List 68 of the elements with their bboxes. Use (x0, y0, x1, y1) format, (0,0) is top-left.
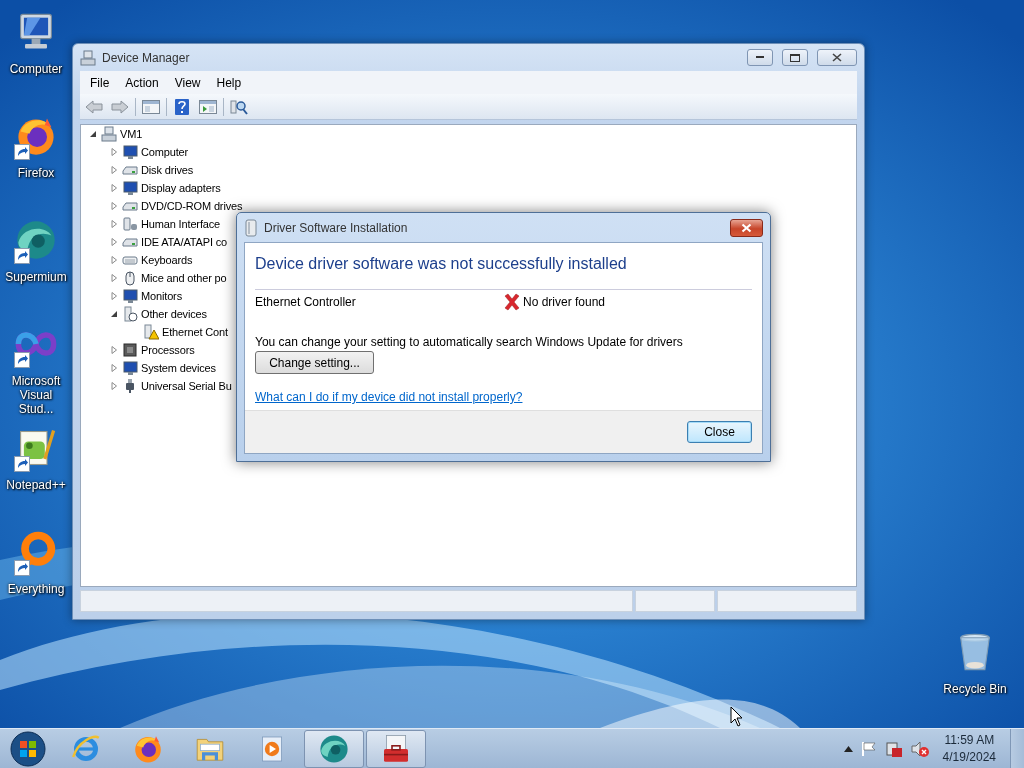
menu-item[interactable]: Action (117, 75, 167, 90)
tree-item[interactable]: Processors (141, 343, 195, 357)
tree-item[interactable]: Computer (141, 145, 189, 159)
device-name: Ethernet Controller (255, 295, 357, 309)
menu-item[interactable]: Help (208, 75, 250, 90)
close-button[interactable] (817, 49, 857, 66)
show-hidden-icons-button[interactable] (843, 745, 853, 752)
help-link[interactable]: What can I do if my device did not install properly? (255, 390, 523, 404)
install-status: No driver found (523, 295, 606, 309)
desktop-icon-label[interactable]: Computer (9, 62, 63, 76)
dialog-heading: Device driver software was not successfully installed (255, 255, 628, 273)
minimize-button[interactable] (747, 49, 773, 66)
clock-date[interactable]: 4/19/2024 (942, 748, 996, 766)
warning-device-icon (143, 324, 159, 340)
desktop-icon-label[interactable]: Notepad++ (6, 478, 66, 492)
error-cross-icon (503, 293, 521, 311)
tree-item[interactable]: VM1 (120, 127, 143, 141)
tree-item[interactable]: Ethernet Cont (162, 325, 228, 339)
minimize-icon (756, 56, 764, 59)
monitor-icon (122, 288, 138, 304)
tree-item[interactable]: Other devices (141, 307, 207, 321)
tree-item[interactable]: Disk drives (141, 163, 194, 177)
show-desktop-button[interactable] (1010, 728, 1024, 768)
tree-item[interactable]: IDE ATA/ATAPI co (141, 235, 228, 249)
monitor-icon (122, 180, 138, 196)
desktop-icon-label[interactable]: Supermium (5, 270, 67, 284)
device-icon (122, 216, 138, 232)
dialog-title: Driver Software Installation (264, 220, 409, 235)
close-button[interactable]: Close (687, 421, 752, 443)
cursor-icon (730, 706, 744, 728)
monitor-icon (122, 144, 138, 160)
taskbar-button[interactable] (366, 729, 426, 768)
tree-item[interactable]: DVD/CD-ROM drives (141, 199, 243, 213)
maximize-icon (790, 53, 800, 62)
desktop-icon-label[interactable]: Recycle Bin (943, 682, 1007, 696)
clock-time[interactable]: 11:59 AM (944, 731, 995, 749)
tree-item[interactable]: Human Interface (141, 217, 221, 231)
close-icon (741, 222, 752, 233)
speaker-muted-icon[interactable] (910, 739, 929, 758)
close-icon (832, 53, 842, 62)
menu-item[interactable]: File (82, 75, 118, 90)
expander-icon[interactable] (110, 310, 118, 318)
tree-item[interactable]: Mice and other po (141, 271, 227, 285)
expander-icon[interactable] (89, 130, 97, 138)
tree-item[interactable]: Keyboards (141, 253, 193, 267)
tree-item[interactable]: Universal Serial Bu (141, 379, 232, 393)
unknown-device-icon (122, 306, 138, 322)
monitor-icon (122, 360, 138, 376)
tree-item[interactable]: System devices (141, 361, 216, 375)
computer-icon (80, 49, 96, 66)
computer-icon (101, 126, 117, 142)
maximize-button[interactable] (782, 49, 808, 66)
swirl-icon (318, 732, 350, 765)
chip-icon (122, 342, 138, 358)
flag-icon[interactable] (860, 740, 877, 757)
device-icon (244, 218, 258, 237)
dialog-message: You can change your setting to automatically search Windows Update for drivers (255, 335, 684, 349)
tree-item[interactable]: Monitors (141, 289, 182, 303)
desktop-icon-label[interactable]: Microsoft Visual Stud... (1, 374, 71, 416)
close-button[interactable] (730, 218, 763, 237)
start-orb-icon (9, 729, 47, 768)
window-title: Device Manager (102, 50, 191, 65)
tree-item[interactable]: Display adapters (141, 181, 221, 195)
change-setting-button[interactable]: Change setting... (255, 351, 374, 374)
menu-item[interactable]: View (166, 75, 209, 90)
desktop-icon-label[interactable]: Firefox (17, 166, 55, 180)
taskbar-button[interactable] (304, 729, 364, 768)
desktop-icon-label[interactable]: Everything (7, 582, 65, 596)
